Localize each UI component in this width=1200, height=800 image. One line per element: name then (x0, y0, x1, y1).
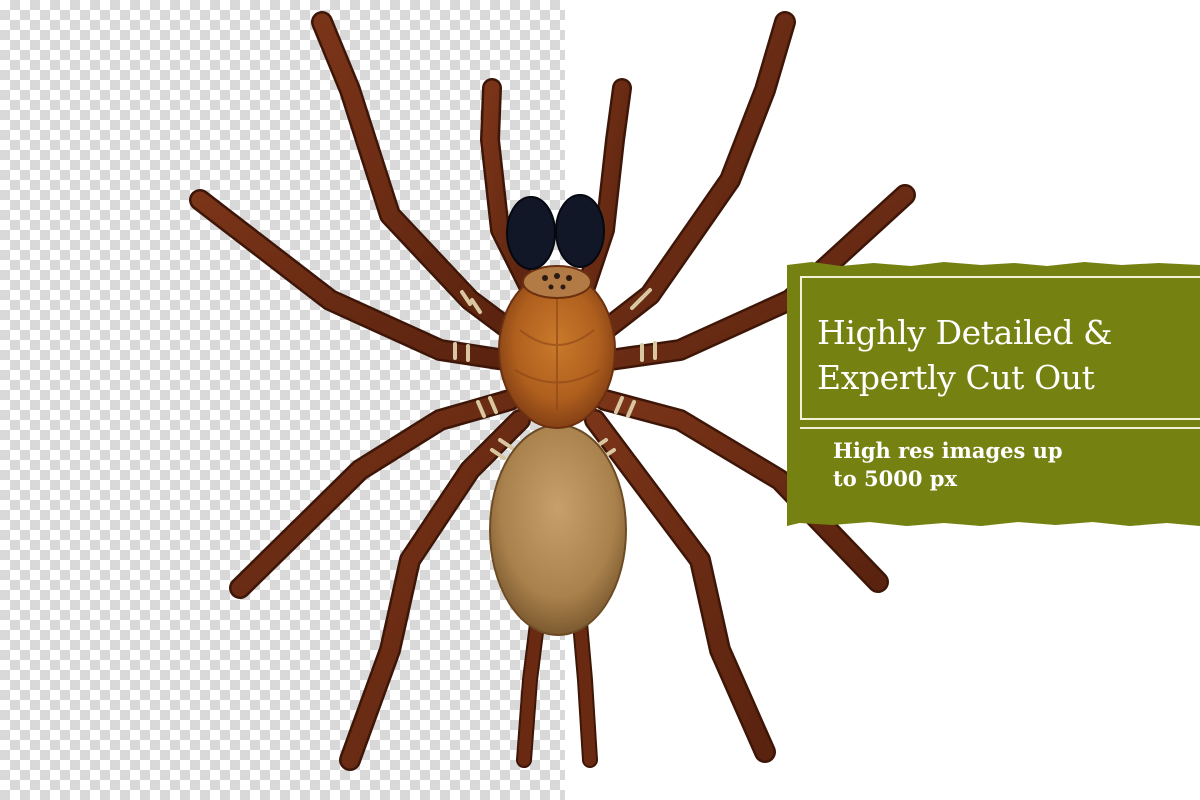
leg-right-1 (594, 11, 796, 341)
chelicera-left (506, 196, 556, 270)
leg-left-3 (229, 389, 521, 599)
promo-subtext: High res images up to 5000 px (833, 437, 1173, 493)
leg-left-1 (311, 11, 521, 341)
promo-headline: Highly Detailed & Expertly Cut Out (817, 310, 1187, 400)
promo-divider (800, 427, 1200, 429)
promo-card: Highly Detailed & Expertly Cut Out High … (787, 262, 1200, 526)
subtext-line-2: to 5000 px (833, 466, 957, 491)
headline-line-1: Highly Detailed & (817, 313, 1113, 352)
headline-line-2: Expertly Cut Out (817, 358, 1095, 397)
spider-abdomen (489, 424, 627, 636)
leg-right-4 (584, 409, 776, 763)
subtext-line-1: High res images up (833, 438, 1063, 463)
product-preview: Highly Detailed & Expertly Cut Out High … (0, 0, 1200, 800)
chelicera-right (555, 194, 605, 268)
spider-head (522, 265, 592, 299)
